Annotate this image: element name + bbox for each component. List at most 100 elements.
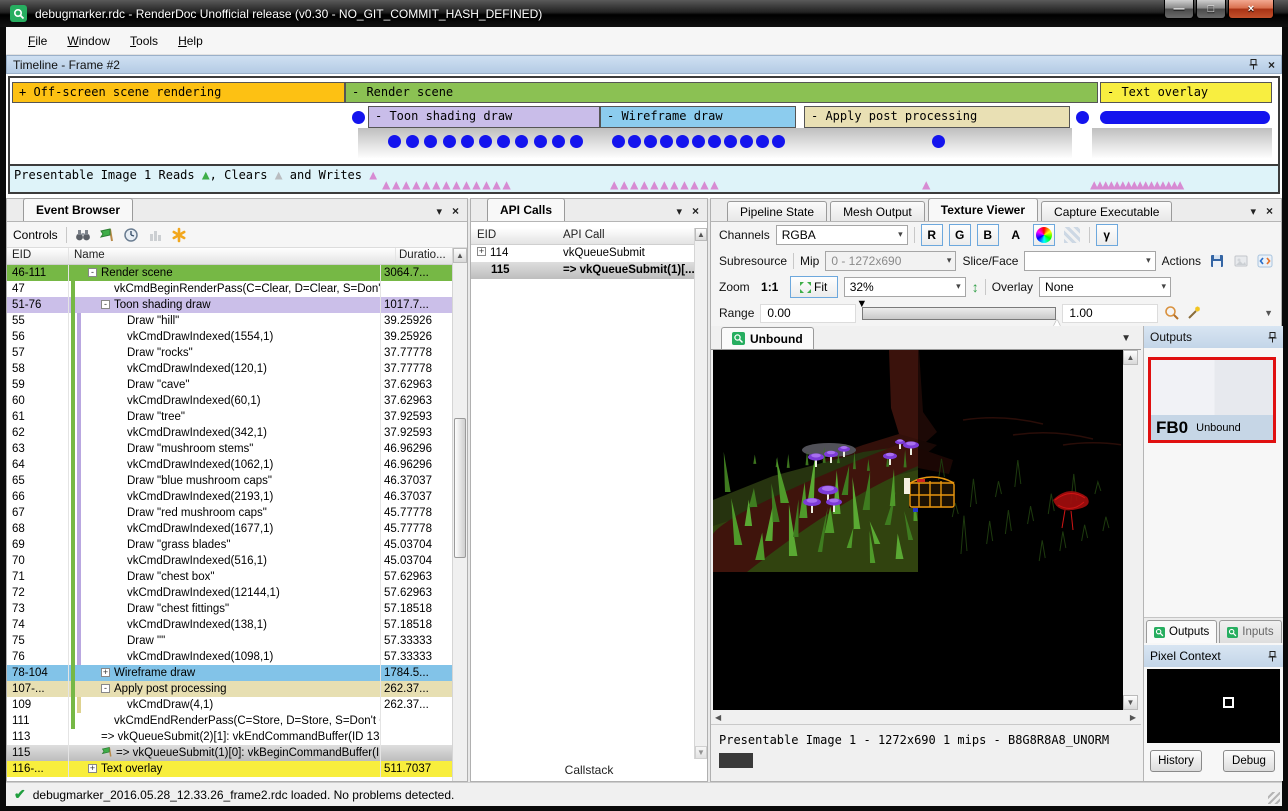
event-row-51-76[interactable]: 51-76-Toon shading draw1017.7... bbox=[7, 297, 452, 313]
channel-alpha-button[interactable]: A bbox=[1005, 224, 1027, 246]
timeline-event-dot[interactable] bbox=[708, 135, 721, 148]
timeline-bar-render-scene[interactable]: - Render scene bbox=[345, 82, 1098, 103]
api-row-114[interactable]: +114vkQueueSubmit bbox=[471, 245, 707, 262]
resize-grip[interactable] bbox=[1268, 792, 1280, 804]
scroll-left-icon[interactable]: ◀ bbox=[715, 713, 721, 722]
event-row-107-...[interactable]: 107-...-Apply post processing262.37... bbox=[7, 681, 452, 697]
menu-tools[interactable]: Tools bbox=[120, 29, 168, 53]
timeline-event-dot[interactable] bbox=[756, 135, 769, 148]
menu-file[interactable]: File bbox=[18, 29, 57, 53]
minimize-button[interactable]: — bbox=[1164, 0, 1194, 19]
event-row-74[interactable]: 74vkCmdDrawIndexed(138,1)57.18518 bbox=[7, 617, 452, 633]
api-calls-scrollbar[interactable]: ▲ ▼ bbox=[694, 228, 707, 759]
range-options-dropdown-icon[interactable]: ▼ bbox=[1264, 308, 1273, 318]
outputs-header[interactable]: Outputs bbox=[1144, 326, 1283, 348]
timeline-event-dot[interactable] bbox=[932, 135, 945, 148]
col-eid[interactable]: EID bbox=[7, 248, 69, 264]
channels-select[interactable]: RGBA▾ bbox=[776, 225, 908, 245]
col-api-call[interactable]: API Call bbox=[559, 228, 707, 244]
tab-capture-executable[interactable]: Capture Executable bbox=[1041, 201, 1172, 221]
timeline-bar-toon-shading-draw[interactable]: - Toon shading draw bbox=[368, 106, 600, 128]
close-tab-icon[interactable]: × bbox=[1266, 204, 1273, 218]
event-row-78-104[interactable]: 78-104+Wireframe draw1784.5... bbox=[7, 665, 452, 681]
timeline-bar-apply-post-processing[interactable]: - Apply post processing bbox=[804, 106, 1070, 128]
event-browser-scrollbar[interactable]: ▲ bbox=[452, 248, 467, 781]
asterisk-icon[interactable] bbox=[171, 227, 187, 243]
title-bar[interactable]: debugmarker.rdc - RenderDoc Unofficial r… bbox=[0, 0, 1288, 27]
timeline-event-dot[interactable] bbox=[570, 135, 583, 148]
tab-event-browser[interactable]: Event Browser bbox=[23, 198, 133, 221]
pin-icon[interactable] bbox=[1268, 332, 1277, 343]
timeline-event-dot[interactable] bbox=[676, 135, 689, 148]
timeline-event-dot[interactable] bbox=[628, 135, 641, 148]
event-row-75[interactable]: 75Draw ""57.33333 bbox=[7, 633, 452, 649]
event-row-109[interactable]: 109vkCmdDraw(4,1)262.37... bbox=[7, 697, 452, 713]
event-row-60[interactable]: 60vkCmdDrawIndexed(60,1)37.62963 bbox=[7, 393, 452, 409]
flag-icon[interactable] bbox=[99, 227, 115, 243]
zoom-range-icon[interactable] bbox=[1164, 305, 1180, 321]
gamma-button[interactable]: γ bbox=[1096, 224, 1118, 246]
texture-list-dropdown-icon[interactable]: ▼ bbox=[1121, 333, 1131, 344]
timeline-bar-wireframe-draw[interactable]: - Wireframe draw bbox=[600, 106, 796, 128]
timeline-event-dot[interactable] bbox=[443, 135, 456, 148]
col-name[interactable]: Name bbox=[69, 248, 395, 264]
col-eid[interactable]: EID bbox=[471, 228, 559, 244]
scrollbar-thumb[interactable] bbox=[454, 418, 466, 558]
event-row-69[interactable]: 69Draw "grass blades"45.03704 bbox=[7, 537, 452, 553]
event-row-61[interactable]: 61Draw "tree"37.92593 bbox=[7, 409, 452, 425]
binoculars-icon[interactable] bbox=[75, 227, 91, 243]
timeline-event-dot[interactable] bbox=[552, 135, 565, 148]
event-row-111[interactable]: 111vkCmdEndRenderPass(C=Store, D=Store, … bbox=[7, 713, 452, 729]
close-panel-icon[interactable]: × bbox=[1268, 58, 1275, 72]
timeline-event-dot[interactable] bbox=[644, 135, 657, 148]
zoom-1-1-button[interactable]: 1:1 bbox=[756, 276, 784, 298]
channel-green-button[interactable]: G bbox=[949, 224, 971, 246]
close-tab-icon[interactable]: × bbox=[692, 204, 699, 218]
event-row-59[interactable]: 59Draw "cave"37.62963 bbox=[7, 377, 452, 393]
scroll-right-icon[interactable]: ▶ bbox=[1130, 713, 1136, 722]
event-row-116-...[interactable]: 116-...+Text overlay511.7037 bbox=[7, 761, 452, 777]
scroll-up-icon[interactable]: ▲ bbox=[1123, 350, 1138, 365]
event-row-63[interactable]: 63Draw "mushroom stems"46.96296 bbox=[7, 441, 452, 457]
tab-texture-viewer[interactable]: Texture Viewer bbox=[928, 198, 1038, 221]
zoom-select[interactable]: 32%▾ bbox=[844, 277, 966, 297]
event-row-68[interactable]: 68vkCmdDrawIndexed(1677,1)45.77778 bbox=[7, 521, 452, 537]
tree-expander-icon[interactable]: - bbox=[88, 268, 97, 277]
event-row-58[interactable]: 58vkCmdDrawIndexed(120,1)37.77778 bbox=[7, 361, 452, 377]
flip-y-icon[interactable]: ↕ bbox=[972, 279, 979, 295]
event-row-115[interactable]: 115=> vkQueueSubmit(1)[0]: vkBeginComman… bbox=[7, 745, 452, 761]
overlay-select[interactable]: None▾ bbox=[1039, 277, 1171, 297]
timeline-bar-off-screen-scene-rendering[interactable]: + Off-screen scene rendering bbox=[12, 82, 345, 103]
range-max-input[interactable]: 1.00 bbox=[1062, 304, 1158, 323]
event-row-113[interactable]: 113=> vkQueueSubmit(2)[1]: vkEndCommandB… bbox=[7, 729, 452, 745]
event-row-56[interactable]: 56vkCmdDrawIndexed(1554,1)39.25926 bbox=[7, 329, 452, 345]
scroll-down-icon[interactable]: ▼ bbox=[695, 746, 707, 759]
event-row-76[interactable]: 76vkCmdDrawIndexed(1098,1)57.33333 bbox=[7, 649, 452, 665]
scroll-down-icon[interactable]: ▼ bbox=[1123, 695, 1138, 710]
timeline-event-dot[interactable] bbox=[388, 135, 401, 148]
write-marker-triangles[interactable]: ▲▲▲▲▲▲▲▲▲▲▲▲▲▲▲▲ bbox=[1090, 179, 1182, 192]
timeline-event-dot[interactable] bbox=[724, 135, 737, 148]
timeline-canvas[interactable]: Presentable Image 1 Reads ▲, Clears ▲ an… bbox=[6, 74, 1282, 198]
tab-inputs[interactable]: Inputs bbox=[1219, 620, 1281, 643]
mip-select[interactable]: 0 - 1272x690▾ bbox=[825, 251, 956, 271]
tree-expander-icon[interactable]: + bbox=[477, 247, 486, 256]
event-row-73[interactable]: 73Draw "chest fittings"57.18518 bbox=[7, 601, 452, 617]
tree-expander-icon[interactable]: - bbox=[101, 300, 110, 309]
tab-outputs[interactable]: Outputs bbox=[1146, 620, 1217, 643]
statistics-icon[interactable] bbox=[147, 227, 163, 243]
open-image-icon[interactable] bbox=[1233, 253, 1249, 269]
texture-vscrollbar[interactable]: ▲ ▼ bbox=[1123, 350, 1138, 710]
menu-window[interactable]: Window bbox=[57, 29, 120, 53]
event-row-57[interactable]: 57Draw "rocks"37.77778 bbox=[7, 345, 452, 361]
tab-api-calls[interactable]: API Calls bbox=[487, 198, 565, 221]
timeline-dense-events-pill[interactable] bbox=[1100, 111, 1270, 124]
maximize-button[interactable]: □ bbox=[1196, 0, 1226, 19]
event-row-47[interactable]: 47vkCmdBeginRenderPass(C=Clear, D=Clear,… bbox=[7, 281, 452, 297]
code-icon[interactable] bbox=[1257, 253, 1273, 269]
event-row-62[interactable]: 62vkCmdDrawIndexed(342,1)37.92593 bbox=[7, 425, 452, 441]
chevron-down-icon[interactable]: ▾ bbox=[1250, 205, 1256, 218]
event-row-70[interactable]: 70vkCmdDrawIndexed(516,1)45.03704 bbox=[7, 553, 452, 569]
event-browser-header[interactable]: EID Name Duratio... bbox=[7, 248, 467, 265]
timeline-event-dot[interactable] bbox=[1076, 111, 1089, 124]
